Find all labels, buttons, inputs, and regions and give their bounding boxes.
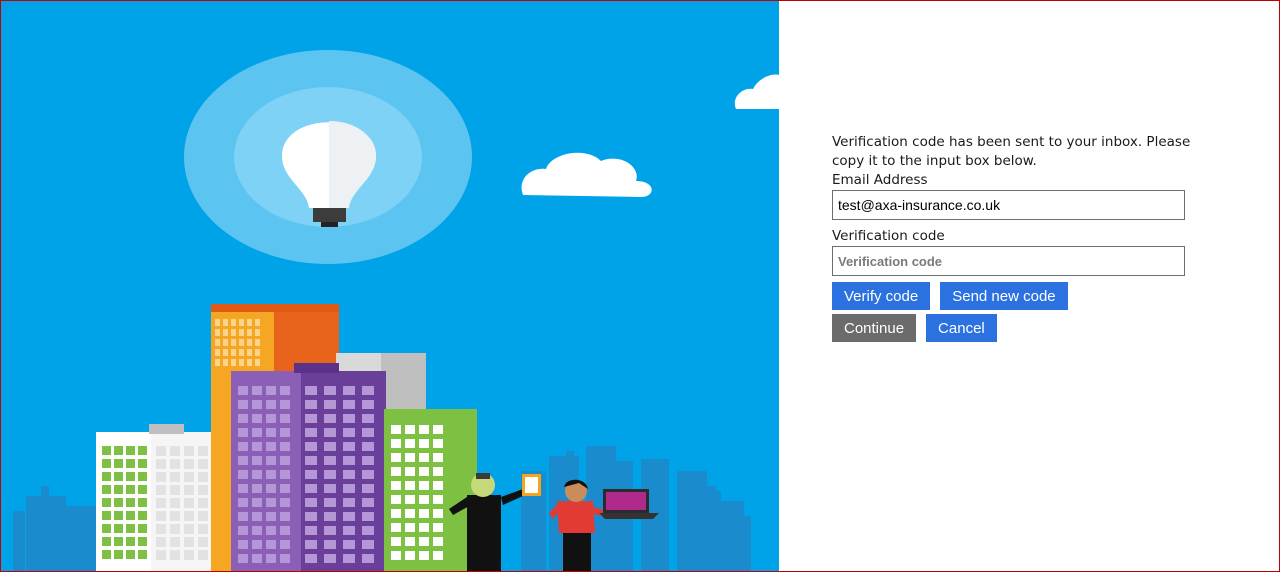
- send-new-code-button[interactable]: Send new code: [940, 282, 1068, 310]
- verification-code-input[interactable]: [832, 246, 1185, 276]
- form-actions: Continue Cancel: [832, 314, 1212, 342]
- email-field[interactable]: [832, 190, 1185, 220]
- city-illustration: [1, 1, 779, 571]
- verification-message: Verification code has been sent to your …: [832, 134, 1191, 169]
- page-frame: Verification code has been sent to your …: [0, 0, 1280, 572]
- verification-code-label: Verification code: [832, 228, 945, 244]
- lightbulb-icon: [184, 50, 472, 264]
- sign-in-pane: Verification code has been sent to your …: [779, 1, 1279, 571]
- cloud-icon: [521, 74, 779, 197]
- verify-actions: Verify code Send new code: [832, 282, 1212, 310]
- continue-button[interactable]: Continue: [832, 314, 917, 342]
- verify-code-button[interactable]: Verify code: [832, 282, 931, 310]
- verification-form: Verification code has been sent to your …: [832, 133, 1212, 342]
- email-label: Email Address: [832, 172, 928, 188]
- cancel-button[interactable]: Cancel: [926, 314, 997, 342]
